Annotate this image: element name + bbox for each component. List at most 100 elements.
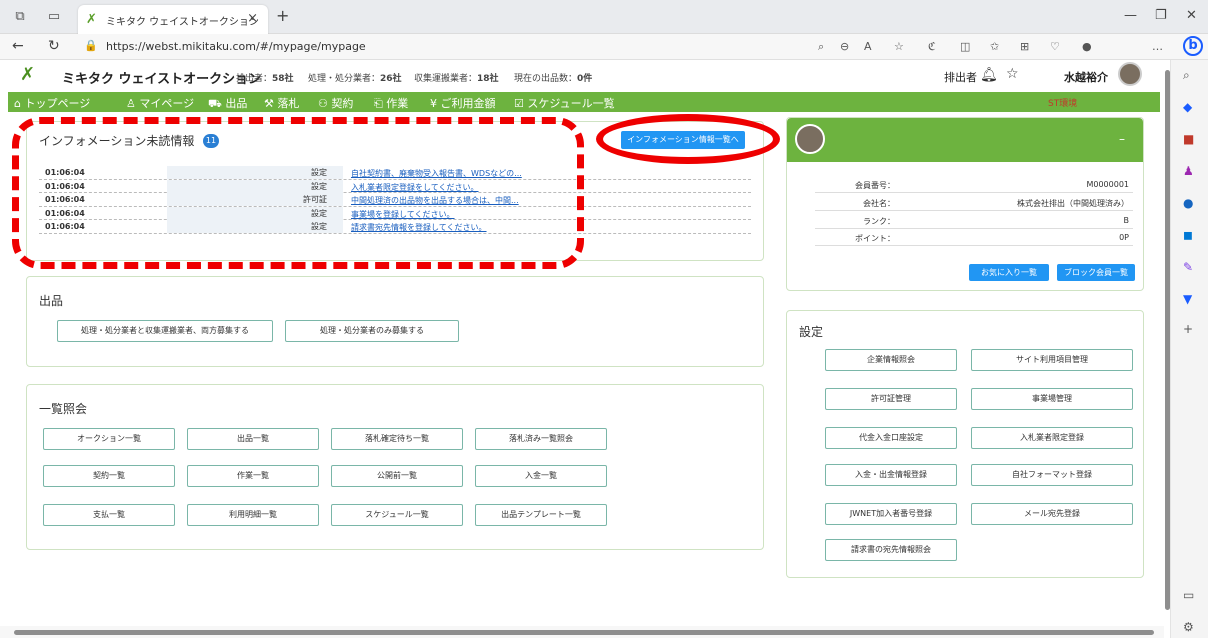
awarded-list-button[interactable]: 落札済み一覧照会 (475, 428, 607, 450)
profile-row-member-id: 会員番号： M0000001 (815, 180, 1133, 193)
performance-icon[interactable]: ♡ (1050, 40, 1060, 53)
prepublish-list-button[interactable]: 公開前一覧 (331, 465, 463, 487)
work-list-button[interactable]: 作業一覧 (187, 465, 319, 487)
auction-list-button[interactable]: オークション一覧 (43, 428, 175, 450)
favorites-icon[interactable]: ✩ (990, 40, 999, 53)
list-inquiry-panel: 一覧照会 オークション一覧 出品一覧 落札確定待ち一覧 落札済み一覧照会 契約一… (26, 384, 764, 550)
minimize-icon[interactable]: — (1124, 8, 1137, 23)
annotation-dashed-box (12, 117, 584, 269)
site-mgmt-button[interactable]: 事業場管理 (971, 388, 1133, 410)
new-tab-icon[interactable]: + (276, 6, 289, 25)
bidder-limit-button[interactable]: 入札業者限定登録 (971, 427, 1133, 449)
close-tab-icon[interactable]: × (247, 11, 258, 26)
recruit-processor-only-button[interactable]: 処理・処分業者のみ募集する (285, 320, 459, 342)
nav-usage-fee[interactable]: ¥ ご利用金額 (430, 95, 496, 111)
address-toolbar: ← ↻ 🔒 https://webst.mikitaku.com/#/mypag… (0, 34, 1208, 60)
role-label: 排出者 (944, 71, 977, 84)
site-favicon-icon: ✗ (86, 12, 97, 27)
favorites-list-button[interactable]: お気に入り一覧 (969, 264, 1049, 281)
back-icon[interactable]: ← (12, 38, 24, 54)
workspaces-icon[interactable]: ⧉ (12, 9, 28, 25)
own-format-button[interactable]: 自社フォーマット登録 (971, 464, 1133, 486)
env-label: ST環境 (1048, 99, 1078, 109)
favorite-star-icon[interactable]: ☆ (894, 40, 904, 53)
games-icon[interactable]: ♟ (1183, 164, 1194, 178)
stat-listings: 現在の出品数：0件 (514, 74, 593, 84)
nav-bid[interactable]: ⚒ 落札 (264, 95, 299, 111)
company-info-button[interactable]: 企業情報照会 (825, 349, 957, 371)
bing-copilot-icon[interactable]: b (1183, 36, 1203, 56)
usage-detail-list-button[interactable]: 利用明細一覧 (187, 504, 319, 526)
refresh-icon[interactable]: ↻ (48, 38, 60, 54)
contract-list-button[interactable]: 契約一覧 (43, 465, 175, 487)
tools-icon[interactable]: ■ (1183, 132, 1194, 146)
bell-icon[interactable]: 🔔︎ (980, 67, 998, 83)
payment-out-list-button[interactable]: 支払一覧 (43, 504, 175, 526)
browser-tab-bar: ⧉ ▭ ✗ ミキタク ウェイストオークション × + — ❐ ✕ (0, 0, 1208, 34)
profile-icon[interactable]: ● (1082, 40, 1092, 53)
read-aloud-icon[interactable]: A (864, 40, 872, 53)
search-icon[interactable]: ⌕ (1183, 68, 1190, 83)
outlook-icon[interactable]: ◼ (1183, 228, 1193, 242)
jwnet-button[interactable]: JWNET加入者番号登録 (825, 503, 957, 525)
invoice-dest-button[interactable]: 請求書の宛先情報照会 (825, 539, 957, 561)
stat-transporters: 収集運搬業者：18社 (414, 74, 499, 84)
add-icon[interactable]: + (1183, 322, 1193, 336)
office-icon[interactable]: ● (1183, 196, 1193, 210)
browser-tab[interactable]: ✗ ミキタク ウェイストオークション × (78, 5, 268, 34)
split-screen-icon[interactable]: ◫ (960, 40, 970, 53)
listing-title: 出品 (39, 294, 64, 308)
restore-icon[interactable]: ❐ (1155, 8, 1167, 23)
stat-emitters: 排出者：58社 (236, 74, 294, 84)
app-header: ✗ ミキタク ウェイストオークション 排出者：58社 処理・処分業者：26社 収… (0, 60, 1164, 90)
mail-dest-button[interactable]: メール宛先登録 (971, 503, 1133, 525)
avatar[interactable] (1118, 62, 1142, 86)
edge-sidebar: ⌕ ◆ ■ ♟ ● ◼ ✎ ▼ + ▭ ⚙ (1170, 60, 1208, 638)
app-title: ミキタク ウェイストオークション (62, 72, 262, 87)
list-title: 一覧照会 (39, 402, 88, 416)
zoom-icon[interactable]: ⊖ (840, 40, 849, 53)
lock-icon[interactable]: 🔒 (84, 39, 98, 52)
stat-processors: 処理・処分業者：26社 (308, 74, 402, 84)
settings-title: 設定 (799, 325, 824, 339)
collapse-icon[interactable]: – (1119, 132, 1125, 146)
profile-row-company: 会社名： 株式会社排出（中間処理済み） (815, 198, 1133, 211)
url-field[interactable]: 🔒 https://webst.mikitaku.com/#/mypage/my… (84, 37, 804, 57)
tab-actions-icon[interactable]: ▭ (46, 9, 62, 25)
user-name[interactable]: 水越裕介 (1064, 69, 1108, 85)
horizontal-scrollbar[interactable] (0, 626, 1164, 638)
close-window-icon[interactable]: ✕ (1186, 8, 1197, 23)
bank-account-button[interactable]: 代金入金口座設定 (825, 427, 957, 449)
shopping-icon[interactable]: ◆ (1183, 100, 1192, 114)
more-menu-icon[interactable]: … (1152, 40, 1163, 53)
payment-in-list-button[interactable]: 入金一覧 (475, 465, 607, 487)
scroll-thumb-h[interactable] (14, 630, 1154, 635)
site-items-button[interactable]: サイト利用項目管理 (971, 349, 1133, 371)
settings-gear-icon[interactable]: ⚙ (1183, 620, 1194, 634)
nav-listing[interactable]: ⛟ 出品 (208, 95, 247, 112)
nav-mypage[interactable]: ♙ マイページ (126, 95, 194, 111)
collections-icon[interactable]: ⊞ (1020, 40, 1029, 53)
recruit-both-button[interactable]: 処理・処分業者と収集運搬業者、両方募集する (57, 320, 273, 342)
payment-info-button[interactable]: 入金・出金情報登録 (825, 464, 957, 486)
listing-panel: 出品 処理・処分業者と収集運搬業者、両方募集する 処理・処分業者のみ募集する (26, 276, 764, 367)
drop-icon[interactable]: ▼ (1183, 292, 1192, 306)
template-list-button[interactable]: 出品テンプレート一覧 (475, 504, 607, 526)
nav-contract[interactable]: ⚇ 契約 (318, 95, 353, 111)
schedule-list-button[interactable]: スケジュール一覧 (331, 504, 463, 526)
search-icon[interactable]: ⌕ (818, 40, 824, 54)
nav-schedule[interactable]: ☑ スケジュール一覧 (514, 95, 615, 111)
nav-work[interactable]: ⎗ 作業 (374, 95, 408, 111)
nav-top[interactable]: ⌂ トップページ (14, 95, 90, 111)
designer-icon[interactable]: ✎ (1183, 260, 1193, 274)
main-nav: ⌂ トップページ ♙ マイページ ⛟ 出品 ⚒ 落札 ⚇ 契約 ⎗ 作業 ¥ ご… (8, 92, 1160, 112)
settings-panel: 設定 企業情報照会 サイト利用項目管理 許可証管理 事業場管理 代金入金口座設定… (786, 310, 1144, 578)
sidebar-toggle-icon[interactable]: ▭ (1183, 588, 1194, 602)
extension-icon[interactable]: ℭ (928, 40, 936, 53)
profile-header: – (787, 118, 1143, 162)
pending-award-button[interactable]: 落札確定待ち一覧 (331, 428, 463, 450)
star-icon[interactable]: ☆ (1006, 66, 1019, 82)
block-list-button[interactable]: ブロック会員一覧 (1057, 264, 1135, 281)
listing-list-button[interactable]: 出品一覧 (187, 428, 319, 450)
license-mgmt-button[interactable]: 許可証管理 (825, 388, 957, 410)
